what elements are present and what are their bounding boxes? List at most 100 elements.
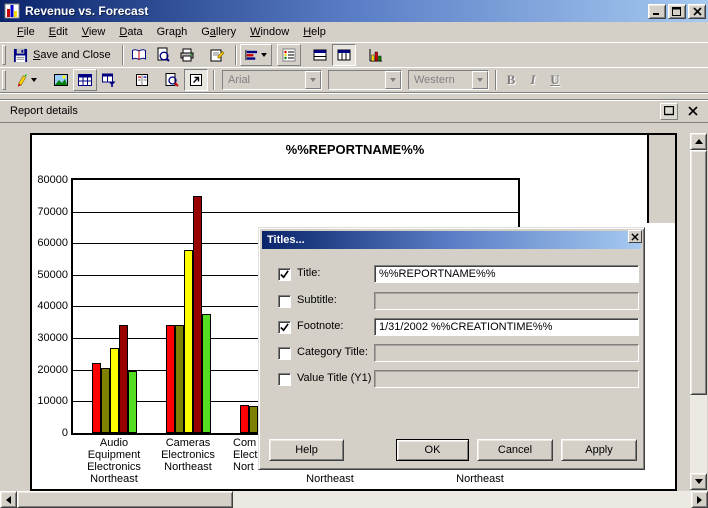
format-pen-button[interactable] xyxy=(9,69,41,91)
close-icon xyxy=(631,232,639,241)
insert-picture-button[interactable] xyxy=(49,69,73,91)
menu-item-gallery[interactable]: Gallery xyxy=(194,23,243,41)
report-properties-icon xyxy=(210,49,225,62)
dialog-titlebar[interactable]: Titles... xyxy=(262,231,641,249)
scroll-up-button[interactable] xyxy=(690,133,707,150)
y-tick-0: 0 xyxy=(61,427,68,439)
arrow-down-icon xyxy=(694,479,703,484)
horizontal-scrollbar[interactable] xyxy=(0,491,708,508)
chevron-down-icon xyxy=(310,78,316,82)
scroll-right-button[interactable] xyxy=(691,491,708,508)
zoom-page-icon xyxy=(165,73,179,87)
script-dropdown[interactable] xyxy=(472,71,488,89)
panel-close-button[interactable] xyxy=(684,103,702,120)
menu-item-help[interactable]: Help xyxy=(296,23,333,41)
menu-item-window[interactable]: Window xyxy=(243,23,296,41)
scroll-left-button[interactable] xyxy=(0,491,17,508)
subtitle-checkbox[interactable] xyxy=(278,295,291,308)
menu-item-view[interactable]: View xyxy=(75,23,113,41)
insert-picture-icon xyxy=(54,74,68,86)
font-size-combo[interactable] xyxy=(328,70,402,90)
layout-columns-icon xyxy=(337,49,351,61)
footnote-input[interactable]: 1/31/2002 %%CREATIONTIME%% xyxy=(374,318,639,336)
zoom-page-button[interactable] xyxy=(160,69,184,91)
menu-item-file[interactable]: File xyxy=(10,23,42,41)
value-title-y1-input xyxy=(374,370,639,388)
open-window-button[interactable] xyxy=(184,69,208,91)
y-tick-20000: 20000 xyxy=(37,364,68,376)
layout-rows-button[interactable] xyxy=(308,44,332,66)
filter-grid-icon xyxy=(102,73,116,87)
vertical-scrollbar[interactable] xyxy=(690,133,707,490)
scroll-down-button[interactable] xyxy=(690,473,707,490)
apply-button[interactable]: Apply xyxy=(561,439,637,461)
menu-item-graph[interactable]: Graph xyxy=(150,23,195,41)
help-button[interactable]: Help xyxy=(269,439,344,461)
title-input[interactable]: %%REPORTNAME%% xyxy=(374,265,639,283)
cancel-button[interactable]: Cancel xyxy=(477,439,553,461)
font-family-combo[interactable]: Arial xyxy=(222,70,322,90)
toolbar-grip[interactable] xyxy=(2,70,6,90)
print-button[interactable] xyxy=(175,44,199,66)
font-family-value: Arial xyxy=(228,74,251,86)
data-grid-button[interactable] xyxy=(73,69,97,91)
check-icon xyxy=(280,323,289,332)
value-title-y1-checkbox[interactable] xyxy=(278,373,291,386)
arrow-left-icon xyxy=(6,495,11,504)
chart-type-button[interactable] xyxy=(239,44,272,66)
menu-item-data[interactable]: Data xyxy=(112,23,149,41)
record-book-button[interactable] xyxy=(130,69,154,91)
save-and-close-button[interactable]: Save and Close xyxy=(9,44,119,66)
category-label-northeast-1: Northeast xyxy=(306,473,354,485)
chart-frame-right-edge xyxy=(647,133,649,223)
script-combo[interactable]: Western xyxy=(408,70,489,90)
bold-button[interactable]: B xyxy=(500,69,522,91)
close-button[interactable] xyxy=(688,3,706,19)
close-icon xyxy=(688,106,698,116)
arrow-right-icon xyxy=(697,495,702,504)
layout-rows-icon xyxy=(313,49,327,61)
font-family-dropdown[interactable] xyxy=(305,71,321,89)
menu-bar: File Edit View Data Graph Gallery Window Help xyxy=(0,22,708,42)
open-book-button[interactable] xyxy=(127,44,151,66)
layout-columns-button[interactable] xyxy=(331,44,356,66)
menu-item-edit[interactable]: Edit xyxy=(42,23,75,41)
minimize-button[interactable] xyxy=(648,3,666,19)
subtitle-label: Subtitle: xyxy=(297,294,337,306)
field-chooser-button[interactable] xyxy=(276,44,301,66)
window-titlebar[interactable]: Revenue vs. Forecast xyxy=(0,0,708,22)
data-grid-icon xyxy=(78,74,92,86)
filter-grid-button[interactable] xyxy=(97,69,121,91)
font-size-dropdown[interactable] xyxy=(385,71,401,89)
format-pen-dropdown-arrow xyxy=(30,78,37,82)
horizontal-scroll-thumb[interactable] xyxy=(17,491,233,508)
toolbar-separator xyxy=(234,45,237,65)
underline-button[interactable]: U xyxy=(544,69,566,91)
open-window-icon xyxy=(190,74,202,86)
maximize-icon xyxy=(664,106,674,116)
title-label: Title: xyxy=(297,267,321,279)
dialog-close-button[interactable] xyxy=(628,230,642,243)
toolbar-grip[interactable] xyxy=(2,45,6,65)
title-checkbox[interactable] xyxy=(278,268,291,281)
insert-graph-button[interactable] xyxy=(364,44,388,66)
chart-type-icon xyxy=(245,49,258,60)
panel-title: Report details xyxy=(10,105,78,117)
print-preview-button[interactable] xyxy=(151,44,175,66)
ok-button[interactable]: OK xyxy=(396,439,469,461)
arrow-up-icon xyxy=(694,139,703,144)
y-tick-30000: 30000 xyxy=(37,332,68,344)
toolbar-separator xyxy=(495,70,497,90)
main-toolbar: Save and Close xyxy=(0,42,708,67)
maximize-button[interactable] xyxy=(668,3,686,19)
y-tick-60000: 60000 xyxy=(37,237,68,249)
category-title-checkbox[interactable] xyxy=(278,347,291,360)
vertical-scroll-thumb[interactable] xyxy=(690,150,707,395)
footnote-checkbox[interactable] xyxy=(278,321,291,334)
chart-type-dropdown-arrow xyxy=(261,53,268,57)
report-properties-button[interactable] xyxy=(205,44,229,66)
report-details-header: Report details xyxy=(0,99,708,122)
print-preview-icon xyxy=(157,47,170,62)
panel-maximize-button[interactable] xyxy=(660,102,678,120)
italic-button[interactable]: I xyxy=(522,69,544,91)
